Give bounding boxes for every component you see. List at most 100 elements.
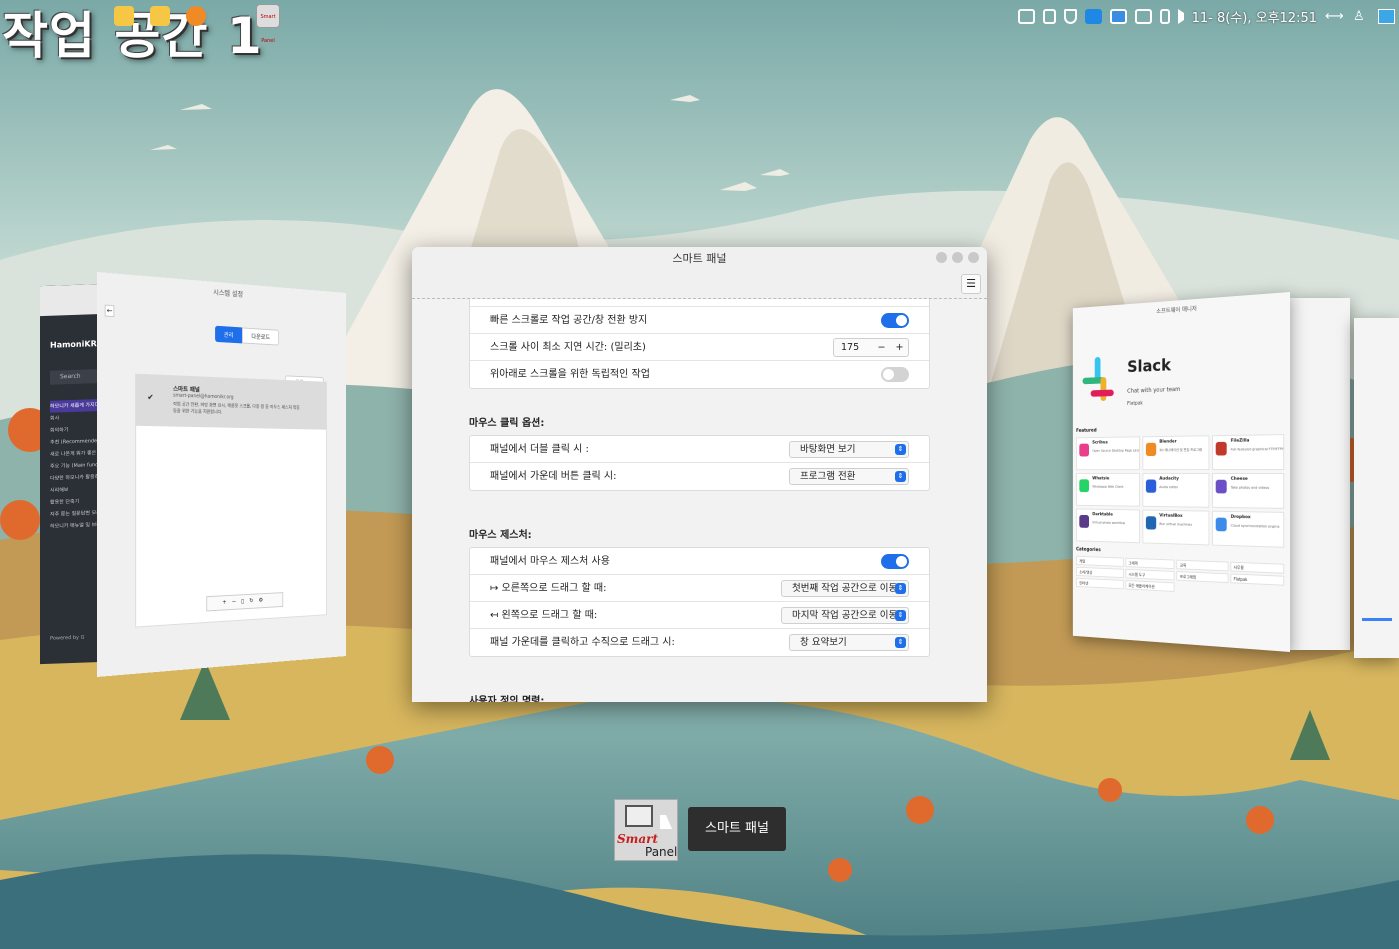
smart-panel-icon[interactable]: Smart Panel — [256, 4, 280, 28]
tab-manage[interactable]: 관리 — [215, 326, 242, 344]
tab-download[interactable]: 다운로드 — [242, 327, 279, 345]
toggle-switch[interactable] — [881, 313, 909, 328]
system-settings-window[interactable]: 시스템 설정 ← 관리 다운로드 검색 ✔ 스마트 패널 smart-panel… — [97, 272, 346, 677]
user-icon[interactable]: ♙ — [1353, 9, 1370, 24]
delay-spinbox[interactable]: 175− + — [833, 338, 909, 357]
chevron-updown-icon: ⇕ — [895, 637, 906, 648]
firefox-icon[interactable] — [186, 6, 206, 26]
folder-icon[interactable] — [114, 6, 134, 26]
decrease-button[interactable]: − — [874, 339, 889, 356]
setting-label: 위아래로 스크롤을 위한 독립적인 작업 — [490, 369, 650, 380]
category-item[interactable]: 프로그래밍 — [1176, 571, 1228, 583]
network-icon[interactable] — [1085, 9, 1102, 24]
check-icon: ✔ — [147, 393, 153, 402]
tooltip: 스마트 패널 — [688, 807, 786, 851]
minimize-button[interactable] — [936, 252, 947, 263]
category-item[interactable]: 사무용 — [1230, 562, 1284, 574]
dropdown-select[interactable]: 창 요약보기 ⇕ — [789, 634, 909, 651]
update-icon[interactable] — [1110, 9, 1127, 24]
folder-icon[interactable] — [150, 6, 170, 26]
categories-label: Categories — [1076, 547, 1101, 553]
shield-icon[interactable] — [1064, 9, 1077, 24]
mobile-icon[interactable] — [1160, 9, 1170, 24]
show-desktop-icon[interactable] — [1378, 9, 1395, 24]
category-item[interactable]: 시스템 도구 — [1125, 569, 1174, 581]
app-name: FileZilla — [1231, 439, 1250, 444]
hamonikr-menu: 하모니카 새롭게 가지다 회사 회의하기 추천 (Recommended) 새로 나온게… — [50, 399, 104, 533]
clock[interactable]: 11- 8(수), 오후12:51 — [1192, 7, 1317, 26]
app-desc: Cloud synchronization engine — [1231, 524, 1280, 529]
app-card[interactable]: Blender 3D 애니메이션 및 편집 프로그램 — [1142, 435, 1209, 470]
hamonikr-footer: Powered by G — [50, 635, 84, 642]
app-desc: Run virtual machines — [1159, 522, 1192, 527]
app-card[interactable]: Whatsie Whatsapp Web Client — [1076, 473, 1140, 507]
settings-group: 빠른 스크롤로 작업 공간/창 전환 방지 스크롤 사이 최소 지연 시간: (밀… — [469, 299, 930, 389]
hamonikr-search[interactable]: Search — [50, 369, 104, 385]
app-card[interactable]: VirtualBox Run virtual machines — [1142, 510, 1209, 546]
category-item[interactable]: 게임 — [1076, 556, 1123, 567]
hamonikr-menu-item[interactable]: 하모니카 매뉴얼 및 브리핑 — [50, 519, 104, 533]
hamonikr-window[interactable]: HamoniKR Search 하모니카 새롭게 가지다 회사 회의하기 추천 (Re… — [40, 284, 104, 664]
setting-label: 스크롤 사이 최소 지연 시간: (밀리초) — [490, 342, 646, 353]
dropdown-select[interactable]: 첫번째 작업 공간으로 이동 ⇕ — [781, 580, 909, 597]
increase-button[interactable]: + — [892, 339, 907, 356]
app-card[interactable]: Darktable Virtual photo workflow — [1076, 508, 1140, 543]
featured-label: Featured — [1076, 428, 1097, 434]
camera-icon[interactable] — [1018, 9, 1035, 24]
app-name: Cheese — [1231, 477, 1248, 482]
panel-word: Panel — [645, 845, 677, 859]
hamonikr-menu-item[interactable]: 다양한 하모니카 활용하기 — [50, 471, 104, 485]
category-item[interactable]: 소리/영상 — [1076, 567, 1123, 578]
app-desc: Virtual photo workflow — [1092, 521, 1125, 525]
category-item[interactable]: 그래픽 — [1125, 558, 1174, 569]
app-card[interactable]: Cheese Take photos and videos — [1212, 473, 1284, 509]
setting-row: 패널에서 마우스 제스처 사용 — [470, 548, 929, 575]
dropdown-value: 마지막 작업 공간으로 이동 — [792, 610, 897, 621]
background-window[interactable] — [1290, 298, 1350, 650]
setting-label: ↦ 오른쪽으로 드래그 할 때: — [490, 583, 606, 594]
app-icon — [1079, 479, 1089, 492]
toggle-switch[interactable] — [881, 367, 909, 382]
app-name: Audacity — [1159, 477, 1178, 482]
maximize-button[interactable] — [952, 252, 963, 263]
list-item[interactable]: ✔ 스마트 패널 smart-panel@hamonikr.org 작업 공간 … — [136, 375, 326, 430]
settings-content: 빠른 스크롤로 작업 공간/창 전환 방지 스크롤 사이 최소 지연 시간: (밀… — [412, 299, 987, 702]
category-item[interactable]: 교육 — [1176, 560, 1228, 572]
setting-row: 위아래로 스크롤을 위한 독립적인 작업 — [470, 361, 929, 388]
app-icon — [1146, 443, 1156, 456]
app-card[interactable]: FileZilla Full-featured graphical FTP/FTP… — [1212, 434, 1284, 470]
printer-icon[interactable] — [1135, 9, 1152, 24]
dropdown-select[interactable]: 프로그램 전환 ⇕ — [789, 468, 909, 485]
category-item[interactable]: 모든 애플리케이션 — [1125, 580, 1174, 592]
clipboard-icon[interactable] — [1043, 9, 1056, 24]
smart-panel-settings-window[interactable]: 스마트 패널 ☰ 빠른 스크롤로 작업 공간/창 전환 방지 스크롤 사이 최소 … — [412, 247, 987, 702]
category-item[interactable]: 인터넷 — [1076, 578, 1123, 590]
app-card[interactable]: Audacity Audio editor — [1142, 473, 1209, 508]
applet-uuid: smart-panel@hamonikr.org — [173, 393, 233, 401]
back-icon[interactable]: ← — [105, 305, 115, 318]
hamonikr-app-name: HamoniKR — [50, 339, 97, 350]
category-item[interactable]: Flatpak — [1230, 573, 1284, 585]
app-card[interactable]: Scribus Open Source Desktop Page Layout — [1076, 436, 1140, 470]
hamonikr-menu-item[interactable]: 하모니카 새롭게 가지다 — [50, 399, 104, 413]
dropdown-value: 바탕화면 보기 — [800, 444, 855, 455]
toggle-switch[interactable] — [881, 554, 909, 569]
dropdown-select[interactable]: 마지막 작업 공간으로 이동 ⇕ — [781, 607, 909, 624]
mouse-cursor-icon — [660, 815, 672, 829]
chevron-updown-icon: ⇕ — [895, 610, 906, 621]
spin-value[interactable]: 175 — [841, 339, 859, 356]
dropdown-select[interactable]: 바탕화면 보기 ⇕ — [789, 441, 909, 458]
app-desc: Take photos and videos — [1231, 486, 1269, 490]
background-window[interactable] — [1354, 318, 1399, 658]
arrows-icon[interactable]: ⟷ — [1325, 9, 1345, 24]
smart-panel-dock-icon[interactable]: Smart Panel — [614, 799, 678, 861]
window-toolbar: ☰ — [412, 271, 987, 299]
window-titlebar[interactable]: 스마트 패널 — [412, 247, 987, 271]
app-card[interactable]: Dropbox Cloud synchronization engine — [1212, 511, 1284, 548]
setting-row: 패널에서 가운데 버튼 클릭 시: 프로그램 전환 ⇕ — [470, 463, 929, 490]
software-manager-window[interactable]: 소프트웨어 매니저 Slack Chat with your team Flat… — [1073, 292, 1290, 652]
app-name: Whatsie — [1092, 477, 1109, 482]
volume-icon[interactable] — [1178, 9, 1184, 24]
menu-icon[interactable]: ☰ — [961, 274, 981, 294]
close-button[interactable] — [968, 252, 979, 263]
